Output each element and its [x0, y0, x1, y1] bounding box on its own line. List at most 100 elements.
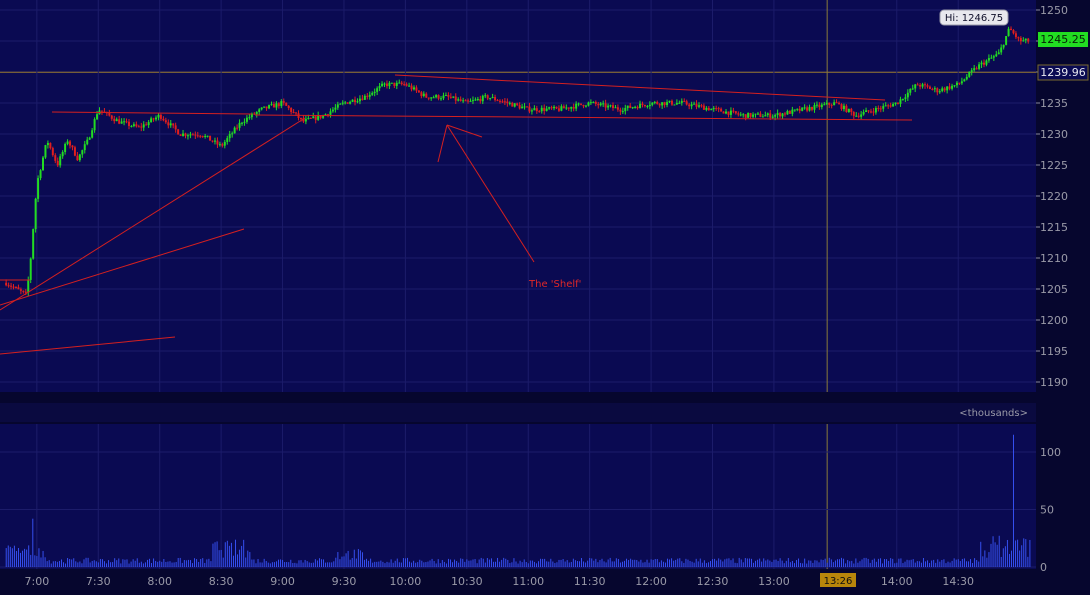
volume-bar — [165, 561, 167, 567]
volume-bar — [574, 560, 576, 567]
volume-bar — [509, 562, 511, 567]
candle-up — [442, 95, 445, 99]
candle-down — [663, 102, 666, 106]
candle-up — [398, 82, 401, 84]
candle-up — [584, 105, 587, 107]
volume-bar — [384, 563, 386, 567]
volume-bar — [294, 562, 296, 567]
volume-bar — [73, 558, 75, 567]
volume-bar — [329, 562, 331, 567]
volume-bar — [775, 559, 777, 567]
candle-up — [801, 107, 804, 111]
candle-down — [447, 94, 450, 97]
candle-down — [209, 135, 212, 141]
chart-svg: The 'Shelf' 1190 1195 1200 1205 1210 1215 1220… — [0, 0, 1090, 591]
volume-bar — [22, 550, 24, 567]
volume-bar — [814, 560, 816, 567]
candle-down — [415, 87, 418, 91]
volume-bar — [169, 561, 171, 567]
candle-down — [943, 88, 946, 91]
candle-up — [86, 139, 89, 145]
volume-bar — [738, 557, 740, 567]
time-tick-label: 8:30 — [209, 575, 234, 588]
candle-up — [894, 102, 897, 104]
candle-up — [331, 109, 334, 112]
volume-bar — [261, 562, 263, 567]
volume-bar — [861, 559, 863, 567]
candle-down — [7, 285, 10, 287]
volume-bar — [337, 552, 339, 567]
volume-bar — [359, 550, 361, 567]
candle-up — [233, 127, 236, 134]
volume-bar — [748, 558, 750, 567]
volume-bar — [875, 561, 877, 567]
volume-bar — [263, 558, 265, 567]
volume-bar — [124, 559, 126, 567]
candle-down — [528, 106, 531, 112]
volume-bar — [11, 548, 13, 567]
volume-bar — [276, 561, 277, 567]
volume-bar — [398, 562, 400, 567]
volume-bar — [843, 558, 845, 567]
volume-bar — [378, 561, 380, 567]
chart-root: The 'Shelf' 1190 1195 1200 1205 1210 1215 1220… — [0, 0, 1090, 591]
volume-bar — [450, 559, 451, 567]
volume-bar — [628, 560, 630, 567]
candle-up — [587, 102, 590, 106]
candle-up — [565, 107, 568, 109]
candle-up — [491, 97, 494, 99]
volume-bar — [341, 556, 343, 567]
volume-bar — [691, 561, 693, 567]
candle-down — [299, 117, 302, 119]
volume-bar — [155, 560, 157, 567]
volume-bar — [836, 559, 838, 567]
volume-bar — [550, 558, 552, 567]
volume-bar — [357, 549, 359, 567]
candle-up — [147, 122, 150, 126]
candle-up — [34, 198, 37, 230]
volume-bar — [220, 549, 222, 567]
candle-up — [666, 102, 669, 106]
time-tick-label: 10:30 — [451, 575, 483, 588]
candle-down — [282, 101, 285, 103]
volume-bar — [945, 563, 947, 567]
candle-down — [506, 101, 509, 104]
volume-bar — [136, 558, 138, 567]
volume-bar — [605, 562, 607, 567]
volume-bar — [665, 562, 666, 567]
volume-bar — [503, 557, 505, 567]
volume-bar — [267, 562, 269, 567]
volume-bar — [278, 559, 279, 567]
candle-up — [336, 104, 339, 108]
candle-up — [255, 111, 258, 115]
volume-bar — [689, 560, 691, 567]
candle-up — [422, 93, 425, 96]
volume-bar — [662, 561, 664, 567]
volume-bar — [402, 558, 404, 567]
volume-bar — [122, 559, 124, 567]
volume-bar — [134, 560, 136, 567]
volume-bar — [273, 562, 275, 567]
volume-bar — [198, 561, 200, 567]
volume-bar — [108, 560, 110, 567]
volume-bar — [968, 561, 969, 567]
volume-bar — [93, 560, 95, 567]
candle-down — [636, 106, 639, 109]
candle-down — [567, 107, 570, 109]
volume-bar — [546, 561, 548, 567]
candle-up — [44, 145, 47, 158]
candle-up — [796, 108, 799, 110]
candle-down — [159, 114, 162, 119]
candle-down — [518, 105, 521, 109]
volume-bar — [126, 559, 128, 567]
candle-down — [702, 105, 705, 110]
volume-bar — [556, 562, 558, 567]
candle-down — [612, 105, 615, 109]
candle-up — [791, 109, 794, 114]
volume-bar — [42, 550, 44, 567]
volume-bar — [992, 536, 994, 567]
volume-bar — [286, 562, 288, 567]
volume-bar — [544, 558, 546, 567]
candle-up — [115, 119, 118, 122]
volume-bar — [1019, 550, 1021, 567]
